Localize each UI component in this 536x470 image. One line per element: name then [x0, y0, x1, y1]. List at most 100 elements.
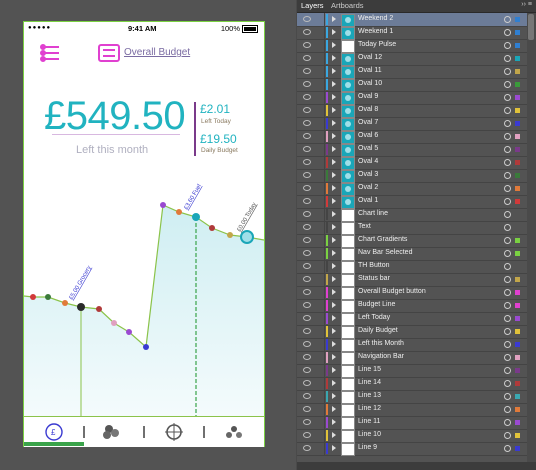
- lock-toggle[interactable]: [315, 338, 325, 351]
- target-circle-icon[interactable]: [504, 289, 511, 296]
- selection-square[interactable]: [515, 277, 520, 282]
- selection-square[interactable]: [515, 238, 520, 243]
- lock-toggle[interactable]: [315, 26, 325, 39]
- target-circle-icon[interactable]: [504, 133, 511, 140]
- selection-square[interactable]: [515, 134, 520, 139]
- layer-name[interactable]: Oval 10: [358, 80, 382, 87]
- selection-square[interactable]: [515, 251, 520, 256]
- target-circle-icon[interactable]: [504, 81, 511, 88]
- layer-row[interactable]: Overall Budget button: [297, 286, 527, 300]
- layer-name[interactable]: Status bar: [358, 275, 390, 282]
- selection-square[interactable]: [515, 368, 520, 373]
- target-circle-icon[interactable]: [504, 432, 511, 439]
- visibility-eye-icon[interactable]: [303, 211, 311, 217]
- visibility-eye-icon[interactable]: [303, 380, 311, 386]
- expand-triangle-icon[interactable]: [332, 250, 336, 256]
- layer-name[interactable]: Oval 9: [358, 93, 378, 100]
- lock-toggle[interactable]: [315, 39, 325, 52]
- layer-name[interactable]: Line 11: [358, 418, 380, 425]
- layer-name[interactable]: Chart line: [358, 210, 388, 217]
- expand-triangle-icon[interactable]: [332, 120, 336, 126]
- lock-toggle[interactable]: [315, 130, 325, 143]
- visibility-eye-icon[interactable]: [303, 224, 311, 230]
- layer-name[interactable]: Weekend 1: [358, 28, 393, 35]
- layer-row[interactable]: Oval 12: [297, 52, 527, 66]
- lock-toggle[interactable]: [315, 156, 325, 169]
- visibility-eye-icon[interactable]: [303, 107, 311, 113]
- layer-name[interactable]: Line 9: [358, 444, 377, 451]
- selection-square[interactable]: [515, 394, 520, 399]
- selection-square[interactable]: [515, 290, 520, 295]
- visibility-eye-icon[interactable]: [303, 94, 311, 100]
- layer-row[interactable]: Chart Gradients: [297, 234, 527, 248]
- nav-target-icon[interactable]: [165, 423, 183, 441]
- target-circle-icon[interactable]: [504, 159, 511, 166]
- selection-square[interactable]: [515, 147, 520, 152]
- layer-row[interactable]: Budget Line: [297, 299, 527, 313]
- target-circle-icon[interactable]: [504, 211, 511, 218]
- selection-square[interactable]: [515, 329, 520, 334]
- visibility-eye-icon[interactable]: [303, 302, 311, 308]
- menu-icon[interactable]: [40, 44, 62, 62]
- layer-name[interactable]: Oval 1: [358, 197, 378, 204]
- expand-triangle-icon[interactable]: [332, 367, 336, 373]
- expand-triangle-icon[interactable]: [332, 380, 336, 386]
- selection-square[interactable]: [515, 420, 520, 425]
- expand-triangle-icon[interactable]: [332, 159, 336, 165]
- target-circle-icon[interactable]: [504, 354, 511, 361]
- target-circle-icon[interactable]: [504, 276, 511, 283]
- layer-name[interactable]: Budget Line: [358, 301, 395, 308]
- layer-row[interactable]: Line 10: [297, 429, 527, 443]
- nav-stats-icon[interactable]: [103, 425, 119, 439]
- visibility-eye-icon[interactable]: [303, 29, 311, 35]
- lock-toggle[interactable]: [315, 299, 325, 312]
- visibility-eye-icon[interactable]: [303, 133, 311, 139]
- target-circle-icon[interactable]: [504, 393, 511, 400]
- visibility-eye-icon[interactable]: [303, 68, 311, 74]
- layer-row[interactable]: Line 12: [297, 403, 527, 417]
- layer-row[interactable]: Weekend 2: [297, 13, 527, 27]
- expand-triangle-icon[interactable]: [332, 42, 336, 48]
- lock-toggle[interactable]: [315, 325, 325, 338]
- lock-toggle[interactable]: [315, 195, 325, 208]
- target-circle-icon[interactable]: [504, 68, 511, 75]
- layer-row[interactable]: Line 15: [297, 364, 527, 378]
- target-circle-icon[interactable]: [504, 94, 511, 101]
- expand-triangle-icon[interactable]: [332, 224, 336, 230]
- lock-toggle[interactable]: [315, 78, 325, 91]
- expand-triangle-icon[interactable]: [332, 406, 336, 412]
- lock-toggle[interactable]: [315, 117, 325, 130]
- layer-name[interactable]: Oval 7: [358, 119, 378, 126]
- visibility-eye-icon[interactable]: [303, 16, 311, 22]
- expand-triangle-icon[interactable]: [332, 263, 336, 269]
- selection-square[interactable]: [515, 95, 520, 100]
- lock-toggle[interactable]: [315, 442, 325, 455]
- layer-name[interactable]: Oval 3: [358, 171, 378, 178]
- expand-triangle-icon[interactable]: [332, 55, 336, 61]
- overall-budget-button[interactable]: Overall Budget: [124, 47, 190, 58]
- layer-row[interactable]: Line 9: [297, 442, 527, 456]
- tab-layers[interactable]: Layers: [301, 1, 324, 10]
- layer-row[interactable]: Left Today: [297, 312, 527, 326]
- expand-triangle-icon[interactable]: [332, 107, 336, 113]
- overall-budget-icon[interactable]: [98, 44, 120, 62]
- expand-triangle-icon[interactable]: [332, 198, 336, 204]
- layer-name[interactable]: Left this Month: [358, 340, 404, 347]
- layer-row[interactable]: Nav Bar Selected: [297, 247, 527, 261]
- visibility-eye-icon[interactable]: [303, 276, 311, 282]
- layer-name[interactable]: Weekend 2: [358, 15, 393, 22]
- layer-name[interactable]: Oval 2: [358, 184, 378, 191]
- expand-triangle-icon[interactable]: [332, 16, 336, 22]
- selection-square[interactable]: [515, 186, 520, 191]
- lock-toggle[interactable]: [315, 65, 325, 78]
- selection-square[interactable]: [515, 82, 520, 87]
- selection-square[interactable]: [515, 69, 520, 74]
- layer-row[interactable]: Daily Budget: [297, 325, 527, 339]
- visibility-eye-icon[interactable]: [303, 172, 311, 178]
- lock-toggle[interactable]: [315, 364, 325, 377]
- layer-name[interactable]: Line 10: [358, 431, 381, 438]
- layers-scrollbar[interactable]: [527, 13, 536, 462]
- lock-toggle[interactable]: [315, 286, 325, 299]
- layer-row[interactable]: Oval 1: [297, 195, 527, 209]
- target-circle-icon[interactable]: [504, 146, 511, 153]
